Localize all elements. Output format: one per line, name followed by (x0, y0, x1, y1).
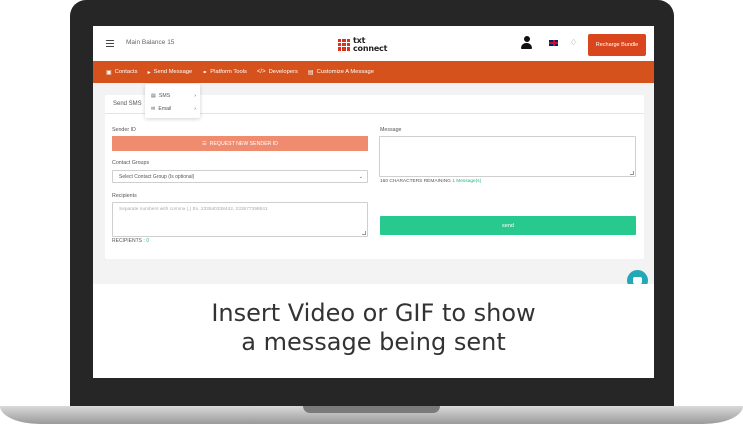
message-textarea[interactable] (379, 136, 636, 177)
nav-item-platform-tools[interactable]: ⚭ Platform Tools (202, 69, 247, 76)
envelope-icon: ✉ (151, 105, 156, 112)
nav-item-label: Contacts (114, 69, 138, 75)
megaphone-icon: ▸ (147, 69, 151, 76)
contact-groups-select[interactable]: Select Contact Group (Is optional) ⌄ (112, 170, 368, 183)
user-avatar-icon[interactable] (521, 36, 532, 50)
contact-book-icon: ▣ (106, 69, 112, 76)
nav-item-contacts[interactable]: ▣ Contacts (106, 69, 138, 76)
app-screen: Main Balance 15 txt connect ♢ Recharge B… (93, 26, 654, 378)
nav-item-customize-message[interactable]: ▤ Customize A Message (308, 69, 374, 76)
send-message-dropdown: ▤ SMS › ✉ Email › (145, 84, 200, 118)
send-sms-card: Send SMS Sender ID ☰ REQUEST NEW SENDER … (105, 95, 644, 259)
dropdown-item-email[interactable]: ✉ Email › (145, 102, 200, 115)
nav-item-developers[interactable]: </> Developers (257, 69, 298, 75)
list-icon: ☰ (202, 140, 207, 147)
characters-remaining: 160 CHARACTERS REMAINING 1 Message(s) (380, 179, 482, 184)
message-label: Message (380, 127, 402, 133)
placeholder-line1: Insert Video or GIF to show (211, 299, 536, 327)
placeholder-line2: a message being sent (241, 328, 506, 356)
code-icon: </> (256, 69, 266, 75)
dropdown-item-sms[interactable]: ▤ SMS › (145, 89, 200, 102)
uk-flag-icon[interactable] (549, 40, 558, 46)
recipients-count: RECIPIENTS : 0 (112, 238, 149, 244)
laptop-notch (303, 406, 440, 413)
recipients-label: Recipients (112, 193, 137, 199)
request-sender-id-label: REQUEST NEW SENDER ID (209, 140, 278, 147)
recharge-bundle-button[interactable]: Recharge Bundle (588, 34, 646, 56)
top-bar: Main Balance 15 txt connect ♢ Recharge B… (93, 26, 654, 61)
main-balance: Main Balance 15 (126, 39, 175, 46)
nav-item-label: Customize A Message (316, 69, 374, 75)
logo-grid-icon (338, 38, 350, 51)
chat-bubble-icon (633, 277, 642, 286)
sender-id-label: Sender ID (112, 127, 136, 133)
recipients-count-value: 0 (146, 238, 149, 244)
messages-count: 1 Message(s) (452, 179, 482, 184)
nav-item-send-message[interactable]: ▸ Send Message (148, 69, 193, 76)
layout-icon: ▤ (307, 69, 314, 76)
nav-item-label: Send Message (153, 69, 193, 75)
recipients-placeholder: Separate numbers with comma (,) Ex. 2335… (119, 207, 268, 212)
contact-groups-label: Contact Groups (112, 160, 150, 166)
hamburger-menu-icon[interactable] (106, 40, 114, 47)
nav-item-label: Platform Tools (210, 69, 247, 75)
recipients-textarea[interactable]: Separate numbers with comma (,) Ex. 2335… (112, 202, 368, 237)
chevron-right-icon: › (194, 92, 196, 99)
bell-icon[interactable]: ♢ (570, 38, 577, 47)
app-logo[interactable]: txt connect (338, 36, 387, 53)
resize-handle-icon[interactable] (362, 231, 366, 235)
resize-handle-icon[interactable] (630, 171, 634, 175)
logo-text-line2: connect (353, 43, 388, 53)
request-sender-id-button[interactable]: ☰ REQUEST NEW SENDER ID (112, 136, 368, 151)
card-title: Send SMS (113, 101, 142, 107)
chevron-down-icon: ⌄ (358, 173, 363, 180)
chevron-right-icon: › (194, 105, 196, 112)
video-placeholder: Insert Video or GIF to show a message be… (93, 284, 654, 378)
main-nav: ▣ Contacts ▸ Send Message ⚭ Platform Too… (93, 61, 654, 83)
plug-icon: ⚭ (202, 69, 208, 76)
contact-groups-value: Select Contact Group (Is optional) (119, 174, 195, 180)
send-button[interactable]: send (380, 216, 636, 235)
nav-item-label: Developers (268, 69, 298, 75)
sms-icon: ▤ (151, 92, 156, 99)
